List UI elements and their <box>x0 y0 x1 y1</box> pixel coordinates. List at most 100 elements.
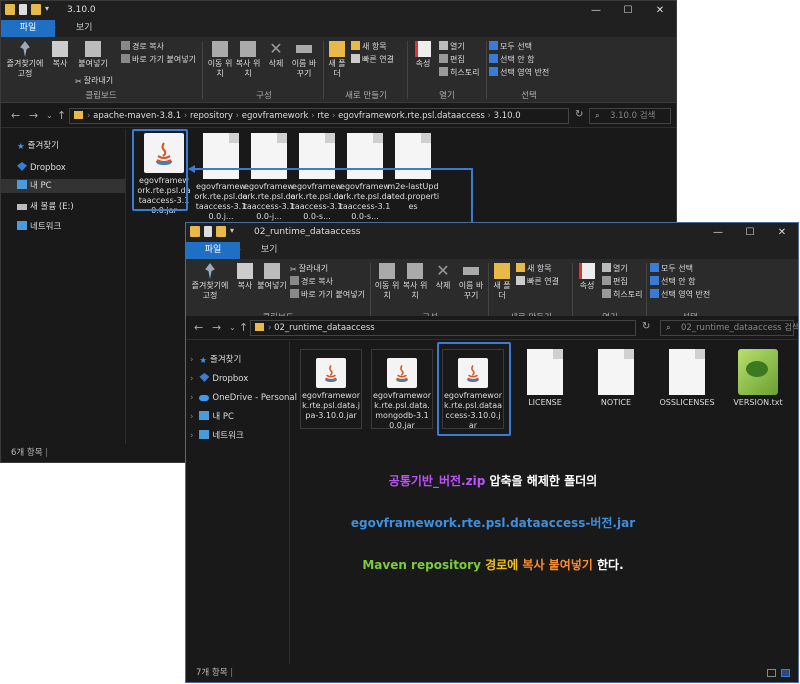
back-arrow-icon[interactable]: ← <box>194 321 203 334</box>
search-input[interactable]: 3.10.0 검색 <box>589 108 671 124</box>
paste-shortcut-button[interactable]: 바로 가기 붙여넣기 <box>121 54 196 65</box>
move-to-button[interactable]: 이동 위치 <box>372 263 402 301</box>
nav-item-network[interactable]: › 네트워크 <box>190 429 244 443</box>
breadcrumb-item[interactable]: repository <box>190 111 233 121</box>
easy-access-button[interactable]: 빠른 연결 <box>351 54 394 65</box>
tab-view[interactable]: 보기 <box>66 20 103 37</box>
recent-chevron-icon[interactable]: ⌄ <box>46 111 53 120</box>
copy-to-button[interactable]: 복사 위치 <box>400 263 430 301</box>
chevron-down-icon[interactable]: ▾ <box>45 4 49 15</box>
forward-arrow-icon[interactable]: → <box>29 109 38 122</box>
properties-icon[interactable] <box>19 4 27 15</box>
back-arrow-icon[interactable]: ← <box>11 109 20 122</box>
properties-button[interactable]: 속성 <box>409 41 437 69</box>
rename-button[interactable]: 이름 바꾸기 <box>456 263 486 301</box>
history-button[interactable]: 히스토리 <box>439 67 479 78</box>
nav-item-network[interactable]: 네트워크 <box>17 220 61 234</box>
maximize-button[interactable]: ☐ <box>612 1 644 20</box>
nav-item-dropbox[interactable]: Dropbox <box>17 161 66 175</box>
chevron-down-icon[interactable]: ▾ <box>230 226 234 237</box>
select-all-button[interactable]: 모두 선택 <box>650 263 693 274</box>
file-item[interactable]: OSSLICENSES <box>658 349 716 408</box>
breadcrumb-item[interactable]: rte <box>317 111 329 121</box>
open-button[interactable]: 열기 <box>439 41 465 52</box>
paste-button[interactable]: 붙여넣기 <box>73 41 113 69</box>
new-folder-icon[interactable] <box>31 4 41 15</box>
new-item-button[interactable]: 새 항목 <box>516 263 552 274</box>
minimize-button[interactable]: — <box>702 223 734 242</box>
paste-button[interactable]: 붙여넣기 <box>254 263 290 291</box>
pin-button[interactable]: 즐겨찾기에 고정 <box>5 41 45 79</box>
rename-button[interactable]: 이름 바꾸기 <box>289 41 319 79</box>
cut-button[interactable]: ✂ 잘라내기 <box>75 75 113 86</box>
properties-button[interactable]: 속성 <box>574 263 600 291</box>
properties-icon[interactable] <box>204 226 212 237</box>
select-none-button[interactable]: 선택 안 함 <box>650 276 696 287</box>
cut-button[interactable]: ✂ 잘라내기 <box>290 263 328 274</box>
close-button[interactable]: ✕ <box>644 1 676 20</box>
paste-shortcut-button[interactable]: 바로 가기 붙여넣기 <box>290 289 365 300</box>
file-item[interactable]: VERSION.txt <box>729 349 787 408</box>
edit-button[interactable]: 편집 <box>602 276 628 287</box>
large-icons-view-icon[interactable] <box>781 669 790 677</box>
copy-to-button[interactable]: 복사 위치 <box>233 41 263 79</box>
pin-button[interactable]: 즐겨찾기에 고정 <box>190 263 230 301</box>
invert-selection-button[interactable]: 선택 영역 반전 <box>650 289 710 300</box>
tab-file[interactable]: 파일 <box>186 242 240 259</box>
select-all-button[interactable]: 모두 선택 <box>489 41 532 52</box>
file-item[interactable]: m2e-lastUpdated.properties <box>386 133 440 212</box>
invert-selection-button[interactable]: 선택 영역 반전 <box>489 67 549 78</box>
nav-item-dropbox[interactable]: › Dropbox <box>190 372 248 386</box>
new-folder-icon[interactable] <box>216 226 226 237</box>
nav-item-this-pc[interactable]: 내 PC <box>1 179 125 193</box>
refresh-icon[interactable]: ↻ <box>575 109 583 120</box>
breadcrumb-item[interactable]: apache-maven-3.8.1 <box>93 111 181 121</box>
new-folder-button[interactable]: 새 폴더 <box>490 263 514 301</box>
move-to-button[interactable]: 이동 위치 <box>205 41 235 79</box>
up-arrow-icon[interactable]: ↑ <box>57 109 66 122</box>
address-bar[interactable]: › apache-maven-3.8.1 › repository › egov… <box>69 108 569 124</box>
forward-arrow-icon[interactable]: → <box>212 321 221 334</box>
edit-button[interactable]: 편집 <box>439 54 465 65</box>
file-item[interactable]: egovframework.rte.psl.data.jpa-3.10.0.ja… <box>300 349 362 429</box>
maximize-button[interactable]: ☐ <box>734 223 766 242</box>
search-input[interactable]: 02_runtime_dataaccess 검색 <box>660 320 798 336</box>
breadcrumb-item[interactable]: egovframework.rte.psl.dataaccess <box>338 111 485 121</box>
file-item[interactable]: egovframework.rte.psl.dataaccess-3.10.0.… <box>194 133 248 222</box>
nav-item-quick-access[interactable]: ★ 즐겨찾기 <box>17 139 59 153</box>
nav-item-this-pc[interactable]: › 내 PC <box>190 410 234 424</box>
breadcrumb-item[interactable]: 02_runtime_dataaccess <box>274 323 375 333</box>
copy-path-button[interactable]: 경로 복사 <box>121 41 164 52</box>
copy-button[interactable]: 복사 <box>45 41 75 69</box>
file-item[interactable]: LICENSE <box>518 349 572 408</box>
open-button[interactable]: 열기 <box>602 263 628 274</box>
select-none-button[interactable]: 선택 안 함 <box>489 54 535 65</box>
file-item[interactable]: egovframework.rte.psl.dataaccess-3.10.0-… <box>242 133 296 222</box>
nav-item-volume-e[interactable]: 새 볼륨 (E:) <box>17 200 74 214</box>
new-folder-button[interactable]: 새 폴더 <box>325 41 349 79</box>
file-item[interactable]: egovframework.rte.psl.data.mongodb-3.10.… <box>371 349 433 430</box>
tab-view[interactable]: 보기 <box>251 242 288 259</box>
recent-chevron-icon[interactable]: ⌄ <box>229 323 236 332</box>
close-button[interactable]: ✕ <box>766 223 798 242</box>
copy-path-button[interactable]: 경로 복사 <box>290 276 333 287</box>
breadcrumb-item[interactable]: egovframework <box>242 111 309 121</box>
details-view-icon[interactable] <box>767 669 776 677</box>
breadcrumb-item[interactable]: 3.10.0 <box>494 111 521 121</box>
up-arrow-icon[interactable]: ↑ <box>239 321 248 334</box>
delete-button[interactable]: ✕ 삭제 <box>261 41 291 69</box>
tab-file[interactable]: 파일 <box>1 20 55 37</box>
file-item[interactable]: egovframework.rte.psl.dataaccess-3.10.0-… <box>338 133 392 222</box>
nav-item-quick-access[interactable]: › ★ 즐겨찾기 <box>190 353 241 367</box>
refresh-icon[interactable]: ↻ <box>642 321 650 332</box>
address-bar-row: ← → ⌄ ↑ › apache-maven-3.8.1 › repositor… <box>1 104 676 128</box>
nav-item-onedrive[interactable]: › OneDrive - Personal <box>190 391 297 405</box>
file-item[interactable]: egovframework.rte.psl.dataaccess-3.10.0-… <box>290 133 344 222</box>
new-item-button[interactable]: 새 항목 <box>351 41 387 52</box>
minimize-button[interactable]: — <box>580 1 612 20</box>
file-item[interactable]: NOTICE <box>589 349 643 408</box>
delete-button[interactable]: ✕ 삭제 <box>428 263 458 291</box>
address-bar[interactable]: › 02_runtime_dataaccess <box>250 320 636 336</box>
easy-access-button[interactable]: 빠른 연결 <box>516 276 559 287</box>
history-button[interactable]: 히스토리 <box>602 289 642 300</box>
